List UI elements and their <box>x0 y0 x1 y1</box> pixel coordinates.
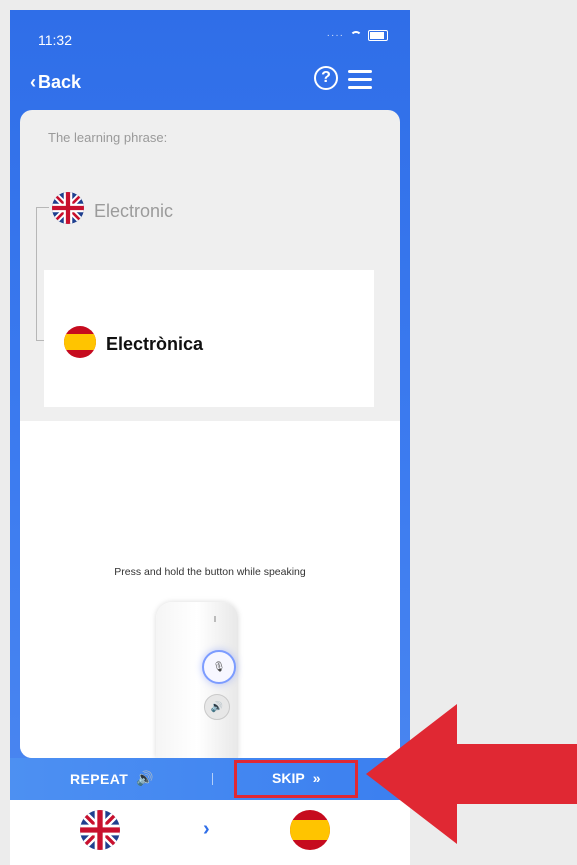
source-phrase: Electronic <box>94 201 174 221</box>
chevron-right-icon: › <box>203 818 210 840</box>
back-button[interactable]: ‹ Back <box>30 72 81 93</box>
question-circle-icon[interactable]: ? <box>314 66 338 90</box>
action-divider <box>212 773 213 785</box>
wifi-icon <box>350 30 362 41</box>
action-bar: REPEAT 🔊 SKIP » <box>10 758 410 800</box>
repeat-label: REPEAT <box>70 770 129 787</box>
microphone-icon[interactable]: 🎙 <box>202 650 236 684</box>
speaking-instruction: Press and hold the button while speaking <box>114 566 306 578</box>
speaker-icon: 🔊 <box>136 770 154 786</box>
spain-flag-icon[interactable] <box>290 810 330 850</box>
speaker-icon[interactable]: 🔊 <box>204 694 230 720</box>
uk-flag-icon <box>52 192 84 224</box>
status-time: 11:32 <box>38 32 72 48</box>
skip-label: SKIP <box>272 770 305 786</box>
status-icons: ···· <box>327 30 388 41</box>
uk-flag-icon[interactable] <box>80 810 120 850</box>
spain-flag-icon <box>64 326 96 358</box>
phrase-label: The learning phrase: <box>48 130 168 145</box>
translator-device-image: 🎙 🔊 <box>156 602 238 758</box>
chevron-left-icon: ‹ <box>30 72 36 92</box>
device-indicator <box>214 616 216 622</box>
arrow-left-icon <box>366 704 577 844</box>
hamburger-menu-icon[interactable] <box>348 70 372 89</box>
phone-screen: 11:32 ···· ‹ Back ? The learning phrase:… <box>10 10 410 865</box>
battery-icon <box>368 30 388 41</box>
double-chevron-right-icon: » <box>312 770 321 786</box>
lesson-card: The learning phrase: Electronic Electròn… <box>20 110 400 758</box>
skip-button[interactable]: SKIP » <box>272 770 320 786</box>
language-switcher: › <box>10 800 410 865</box>
repeat-button[interactable]: REPEAT 🔊 <box>70 770 154 787</box>
target-phrase: Electrònica <box>106 334 204 354</box>
back-label: Back <box>38 72 82 92</box>
signal-icon: ···· <box>326 30 344 41</box>
